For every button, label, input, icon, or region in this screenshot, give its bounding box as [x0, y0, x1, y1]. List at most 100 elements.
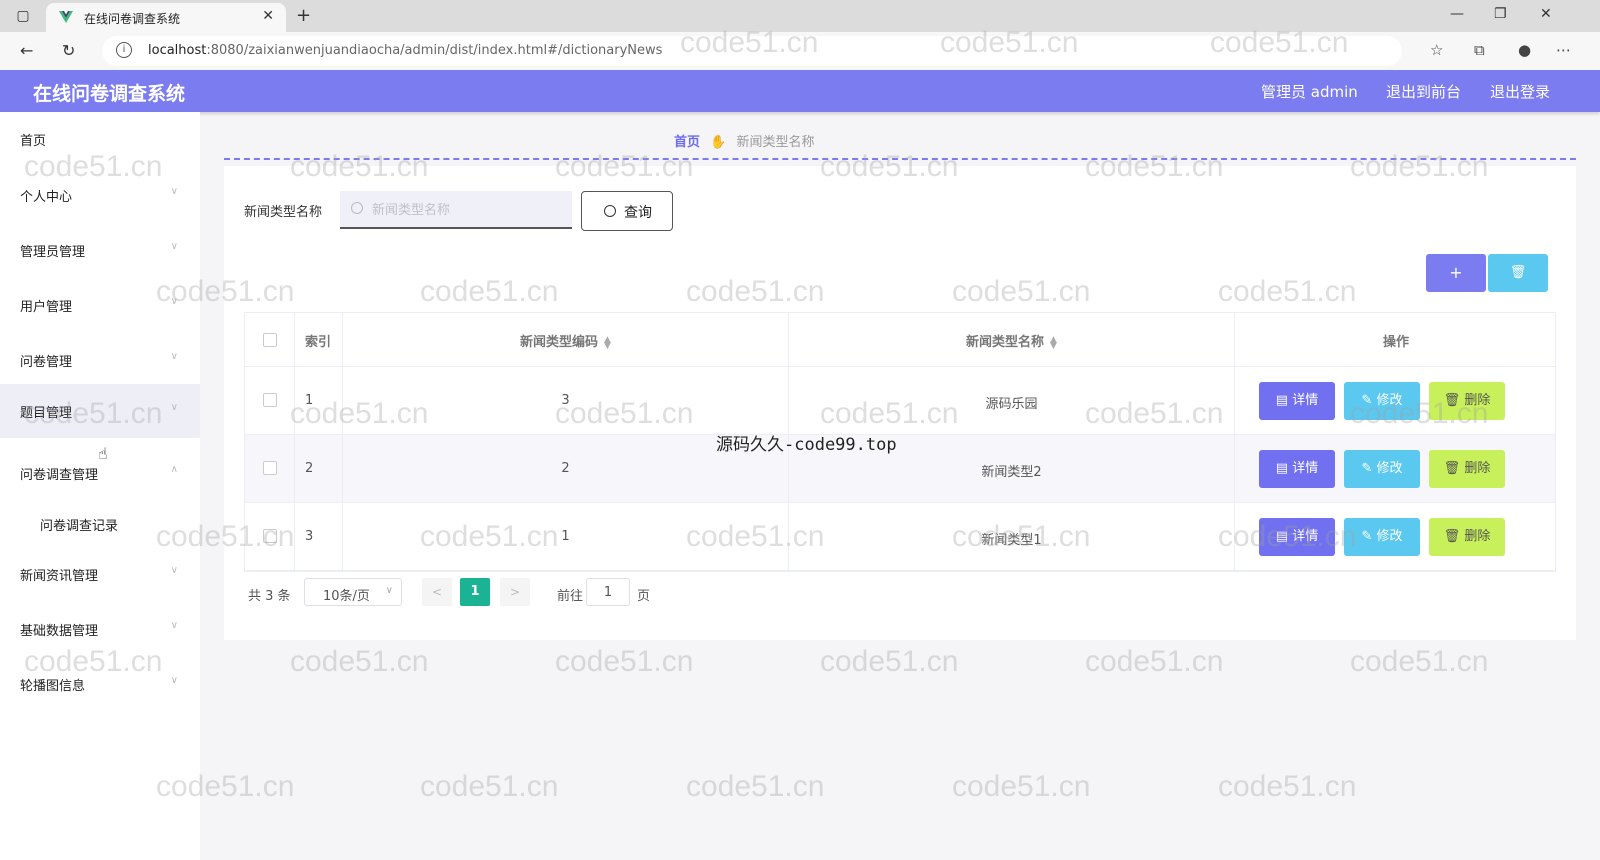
sidebar-item-basic-data[interactable]: 基础数据管理 ∨	[0, 602, 200, 656]
app-title: 在线问卷调查系统	[33, 83, 186, 105]
more-icon[interactable]: ⋯	[1556, 41, 1571, 59]
reload-icon[interactable]: ↻	[62, 41, 75, 60]
chevron-down-icon: ∨	[170, 565, 178, 576]
profile-icon[interactable]: ●	[1518, 41, 1531, 59]
minimize-icon[interactable]: —	[1450, 6, 1464, 22]
browser-tab[interactable]: 在线问卷调查系统 ✕	[46, 3, 286, 32]
table-row: 1 3 源码乐园 ▤ 详情 ✎ 修改 🗑 删除	[245, 367, 1555, 435]
sidebar-item-label: 问卷调查管理	[20, 468, 99, 483]
edit-button[interactable]: ✎ 修改	[1344, 382, 1420, 420]
browser-tabbar: ▢ 在线问卷调查系统 ✕ + — ❐ ✕	[0, 0, 1600, 32]
search-field[interactable]	[340, 191, 572, 229]
detail-button[interactable]: ▤ 详情	[1259, 382, 1335, 420]
page-suffix: 页	[637, 589, 651, 604]
sidebar-item-label: 首页	[20, 134, 47, 149]
delete-button[interactable]: 🗑 删除	[1429, 450, 1505, 488]
watermark: code51.cn	[686, 770, 825, 803]
sidebar-item-label: 基础数据管理	[20, 624, 99, 639]
chevron-down-icon: ∨	[170, 241, 178, 252]
delete-button[interactable]: 🗑 删除	[1429, 382, 1505, 420]
watermark: code51.cn	[555, 645, 694, 678]
breadcrumb-home[interactable]: 首页	[674, 135, 700, 150]
search-input[interactable]	[372, 199, 562, 221]
table-row: 3 1 新闻类型1 ▤ 详情 ✎ 修改 🗑 删除	[245, 503, 1555, 571]
select-all-checkbox[interactable]	[263, 333, 277, 347]
chevron-down-icon: ∨	[170, 186, 178, 197]
page-number-current[interactable]: 1	[460, 578, 490, 606]
goto-page-input[interactable]	[586, 578, 630, 606]
column-header-code[interactable]: 新闻类型编码 ▲ ▼	[343, 331, 788, 350]
chevron-down-icon: ∨	[170, 675, 178, 686]
edit-button[interactable]: ✎ 修改	[1344, 518, 1420, 556]
document-icon: ▤	[1275, 393, 1293, 408]
url-text: localhost:8080/zaixianwenjuandiaocha/adm…	[148, 43, 663, 58]
delete-button[interactable]: 🗑 删除	[1429, 518, 1505, 556]
query-button[interactable]: 查询	[581, 191, 673, 231]
pagination: 共 3 条 10条/页 ∨ < 1 > 前往 页	[244, 578, 844, 608]
table-row: 2 2 新闻类型2 ▤ 详情 ✎ 修改 🗑 删除	[245, 435, 1555, 503]
detail-button[interactable]: ▤ 详情	[1259, 518, 1335, 556]
sidebar-item-questions[interactable]: 题目管理 ∨	[0, 384, 200, 438]
admin-user: 管理员 admin	[1261, 83, 1358, 101]
row-checkbox[interactable]	[263, 529, 277, 543]
add-button[interactable]: +	[1426, 254, 1486, 292]
sidebar-item-profile[interactable]: 个人中心 ∨	[0, 168, 200, 222]
cell-name: 新闻类型1	[981, 533, 1042, 548]
sidebar-item-admin[interactable]: 管理员管理 ∨	[0, 223, 200, 277]
sidebar-item-home[interactable]: 首页	[0, 112, 200, 166]
edit-button[interactable]: ✎ 修改	[1344, 450, 1420, 488]
restore-icon[interactable]: ❐	[1494, 6, 1507, 22]
sidebar-item-label: 问卷管理	[20, 355, 73, 370]
sidebar-item-label: 个人中心	[20, 190, 73, 205]
search-label: 新闻类型名称	[244, 205, 323, 220]
back-icon[interactable]: ←	[20, 41, 33, 60]
column-header-name[interactable]: 新闻类型名称 ▲ ▼	[789, 331, 1234, 350]
collections-icon[interactable]: ⧉	[1474, 41, 1485, 59]
hand-icon: ✋	[710, 135, 727, 150]
sidebar-item-users[interactable]: 用户管理 ∨	[0, 278, 200, 332]
document-icon: ▤	[1275, 461, 1293, 476]
sidebar-item-news[interactable]: 新闻资讯管理 ∨	[0, 547, 200, 601]
url-field[interactable]: i localhost:8080/zaixianwenjuandiaocha/a…	[102, 36, 1402, 66]
trash-icon: 🗑	[1443, 529, 1465, 544]
favorites-icon[interactable]: ☆	[1430, 41, 1443, 59]
chevron-up-icon: ∧	[170, 464, 178, 475]
search-icon	[351, 202, 363, 214]
hand-cursor-icon: ☝	[98, 444, 108, 463]
sidebar-item-label: 用户管理	[20, 300, 73, 315]
chevron-down-icon: ∨	[385, 585, 393, 596]
pencil-icon: ✎	[1361, 529, 1377, 544]
close-icon[interactable]: ✕	[262, 8, 274, 24]
sort-icon[interactable]: ▲ ▼	[604, 335, 611, 350]
logout-link[interactable]: 退出登录	[1490, 81, 1550, 102]
tab-title: 在线问卷调查系统	[84, 12, 181, 26]
sidebar-subitem-survey-records[interactable]: 问卷调查记录	[0, 497, 200, 551]
sidebar-item-label: 问卷调查记录	[40, 519, 119, 534]
batch-delete-button[interactable]: 🗑	[1488, 254, 1548, 292]
document-icon: ▤	[1275, 529, 1293, 544]
row-checkbox[interactable]	[263, 461, 277, 475]
new-tab-icon[interactable]: +	[296, 5, 311, 26]
page-size-select[interactable]: 10条/页 ∨	[304, 578, 402, 606]
next-page-button[interactable]: >	[500, 578, 530, 606]
sidebar-item-questionnaires[interactable]: 问卷管理 ∨	[0, 333, 200, 387]
column-header-actions: 操作	[1382, 335, 1409, 350]
sidebar-item-carousel[interactable]: 轮播图信息 ∨	[0, 657, 200, 711]
goto-label: 前往	[557, 589, 584, 604]
prev-page-button[interactable]: <	[422, 578, 452, 606]
exit-to-front-link[interactable]: 退出到前台	[1386, 81, 1461, 102]
window-close-icon[interactable]: ✕	[1540, 6, 1552, 22]
sort-icon[interactable]: ▲ ▼	[1050, 335, 1057, 350]
breadcrumb-current: 新闻类型名称	[736, 135, 815, 150]
info-icon[interactable]: i	[116, 42, 132, 58]
chevron-down-icon: ∨	[170, 402, 178, 413]
detail-button[interactable]: ▤ 详情	[1259, 450, 1335, 488]
watermark: code51.cn	[290, 645, 429, 678]
main-card: 新闻类型名称 查询 + 🗑 索引 新闻类型编码▲▼ 新闻类型名称▲▼ 操作 1 …	[224, 166, 1576, 640]
tab-actions-icon[interactable]: ▢	[14, 7, 32, 25]
cell-code: 1	[561, 529, 570, 544]
row-checkbox[interactable]	[263, 393, 277, 407]
cell-name: 源码乐园	[985, 397, 1038, 412]
trash-icon: 🗑	[1443, 393, 1465, 408]
watermark: code51.cn	[1218, 770, 1357, 803]
